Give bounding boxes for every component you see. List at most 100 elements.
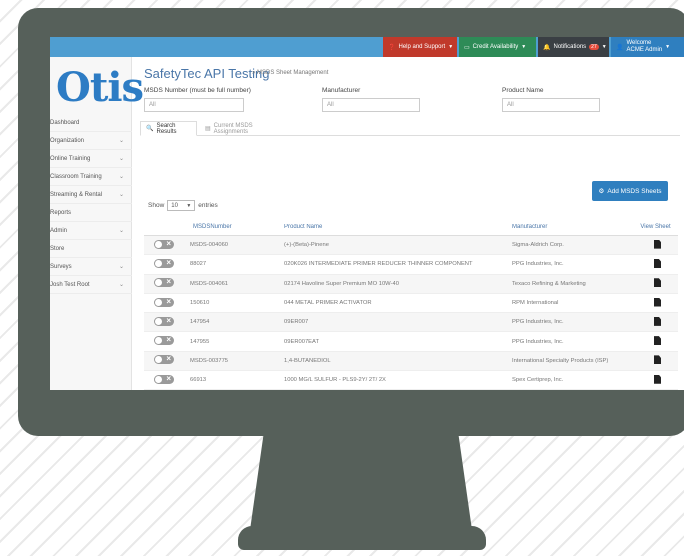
sidebar-item-reports[interactable]: Reports: [50, 204, 132, 222]
assign-toggle[interactable]: [154, 316, 174, 326]
page-title: SafetyTec API Testing: [144, 66, 270, 81]
assign-toggle-cell: [144, 239, 190, 251]
document-icon[interactable]: [654, 316, 661, 326]
view-sheet-cell: [617, 258, 678, 270]
msds-number-cell: MSDS-004060: [190, 242, 229, 249]
manufacturer-cell: PPG Industries, Inc.: [512, 261, 564, 268]
table-row: 147954 09ER007 PPG Industries, Inc.: [144, 313, 678, 333]
manufacturer-placeholder: All: [327, 102, 334, 108]
assign-toggle-cell: [144, 316, 190, 328]
help-button[interactable]: ❓ Help and Support ▼: [383, 37, 457, 57]
manufacturer-cell: PPG Industries, Inc.: [512, 319, 564, 326]
tab-current-assignments[interactable]: ▤ Current MSDS Assignments: [200, 121, 292, 136]
document-icon[interactable]: [654, 239, 661, 249]
breadcrumb[interactable]: » MSDS Sheet Management: [252, 70, 328, 76]
sidebar-item-streaming-rental[interactable]: Streaming & Rental ⌄: [50, 186, 132, 204]
manufacturer-label: Manufacturer: [322, 87, 361, 94]
credit-label: Credit Availability: [472, 44, 519, 50]
sidebar-item-classroom-training[interactable]: Classroom Training ⌄: [50, 168, 132, 186]
sidebar-item-josh-test-root[interactable]: Josh Test Root ⌄: [50, 276, 132, 294]
assign-toggle[interactable]: [154, 374, 174, 384]
msds-number-cell: 66913: [190, 377, 207, 384]
chevron-down-icon: ⌄: [118, 282, 124, 288]
user-menu-button[interactable]: 👤 Welcome ACME Admin ▼: [611, 37, 684, 57]
assign-toggle[interactable]: [154, 297, 174, 307]
sidebar-item-surveys[interactable]: Surveys ⌄: [50, 258, 132, 276]
product-name-cell: (+)-(Beta)-Pinene: [284, 242, 329, 249]
msds-number-input[interactable]: All: [144, 98, 244, 112]
product-name-placeholder: All: [507, 102, 514, 108]
tab-search-results[interactable]: 🔍 Search Results: [140, 121, 197, 136]
assign-toggle-cell: [144, 277, 190, 289]
table-row: 66913 1000 MG/L SULFUR - PLS9-2Y/ 2T/ 2X S…: [144, 371, 678, 390]
product-name-input[interactable]: All: [502, 98, 600, 112]
monitor-base: [238, 526, 486, 550]
help-label: Help and Support: [398, 44, 446, 50]
msds-number-header[interactable]: MSDSNumber: [190, 224, 258, 230]
document-icon[interactable]: [654, 374, 661, 384]
view-sheet-cell: [617, 316, 678, 328]
manufacturer-cell: Texaco Refining & Marketing: [512, 280, 586, 287]
sidebar-item-admin[interactable]: Admin ⌄: [50, 222, 132, 240]
logo[interactable]: Otis: [56, 65, 144, 111]
msds-number-cell: MSDS-004061: [190, 280, 229, 287]
logo-text: Otis: [56, 64, 144, 111]
notifications-count-badge: 27: [589, 44, 599, 50]
tab-bar: 🔍 Search Results ▤ Current MSDS Assignme…: [140, 121, 680, 136]
sidebar-item-organization[interactable]: Organization ⌄: [50, 132, 132, 150]
sidebar-nav: Dashboard Organization ⌄ Online Training ⌄ Cl…: [50, 114, 132, 294]
add-msds-sheets-label: Add MSDS Sheets: [607, 187, 662, 195]
view-sheet-cell: [617, 374, 678, 386]
credit-button[interactable]: ▭ Credit Availability ▼: [459, 37, 536, 57]
tab-search-results-label: Search Results: [156, 122, 177, 135]
sidebar-item-online-training[interactable]: Online Training ⌄: [50, 150, 132, 168]
view-sheet-cell: [617, 297, 678, 309]
msds-number-cell: 150610: [190, 300, 210, 307]
document-icon[interactable]: [654, 258, 661, 268]
manufacturer-cell: International Specialty Products (ISP): [512, 357, 609, 364]
entries-select-value: 10: [171, 202, 178, 209]
document-icon[interactable]: [654, 336, 661, 346]
document-icon[interactable]: [654, 297, 661, 307]
product-name-cell: 044 METAL PRIMER ACTIVATOR: [284, 300, 372, 307]
sidebar-item-store[interactable]: Store: [50, 240, 132, 258]
chevron-down-icon: ⌄: [118, 192, 124, 198]
table-body: MSDS-004060 (+)-(Beta)-Pinene Sigma-Aldric…: [144, 236, 678, 390]
entries-select[interactable]: 10 ▼: [167, 200, 196, 211]
assign-toggle[interactable]: [154, 335, 174, 346]
sidebar-item-label: Dashboard: [50, 119, 80, 126]
manufacturer-input[interactable]: All: [322, 98, 420, 112]
product-name-cell: 020K026 INTERMEDIATE PRIMER REDUCER THIN…: [284, 261, 473, 268]
sidebar-item-dashboard[interactable]: Dashboard: [50, 114, 132, 132]
product-name-cell: 1,4-BUTANEDIOL: [284, 357, 331, 364]
sidebar-item-label: Classroom Training: [50, 173, 102, 180]
table-row: 150610 044 METAL PRIMER ACTIVATOR RPM Inte…: [144, 294, 678, 314]
notifications-button[interactable]: 🔔 Notifications 27 ▼: [538, 37, 609, 57]
add-msds-sheets-button[interactable]: ⚙ Add MSDS Sheets: [592, 181, 668, 201]
chevron-down-icon: ⌄: [118, 138, 124, 144]
tab-current-assignments-label: Current MSDS Assignments: [213, 122, 253, 135]
msds-number-cell: 88027: [190, 261, 207, 268]
assign-toggle[interactable]: [154, 239, 174, 249]
document-icon[interactable]: [654, 355, 661, 365]
assign-toggle-cell: [144, 335, 190, 347]
chevron-down-icon: ⌄: [118, 228, 124, 234]
chevron-down-icon: ▼: [521, 44, 527, 50]
product-name-cell: 09ER007EAT: [284, 338, 320, 345]
chevron-down-icon: ⌄: [118, 156, 124, 162]
assign-toggle[interactable]: [154, 354, 174, 365]
user-icon: 👤: [616, 44, 624, 51]
manufacturer-header[interactable]: Manufacturer: [485, 224, 617, 230]
assign-toggle-cell: [144, 297, 190, 309]
assign-toggle[interactable]: [154, 277, 174, 288]
product-name-header[interactable]: Product Name: [258, 224, 485, 230]
document-icon[interactable]: [654, 278, 661, 288]
assign-toggle[interactable]: [154, 258, 174, 268]
table-row: MSDS-004061 02174 Havoline Super Premium …: [144, 274, 678, 294]
msds-number-label: MSDS Number (must be full number): [144, 87, 251, 94]
sidebar-item-label: Online Training: [50, 155, 91, 162]
table-row: 88027 020K026 INTERMEDIATE PRIMER REDUCER…: [144, 255, 678, 275]
notifications-label: Notifications: [553, 44, 587, 50]
manufacturer-cell: Sigma-Aldrich Corp.: [512, 242, 564, 249]
user-name: ACME Admin: [626, 47, 663, 53]
